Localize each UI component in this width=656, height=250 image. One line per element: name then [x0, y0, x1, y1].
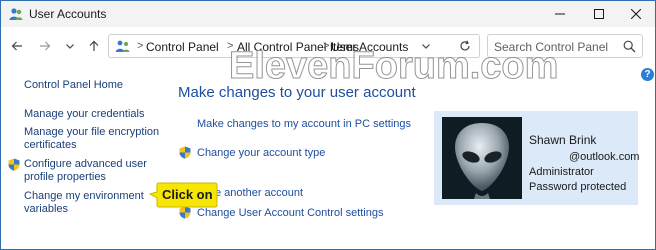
- sidebar-item-label: Configure advanced user: [24, 158, 147, 170]
- change-uac-settings-link[interactable]: Change User Account Control settings: [197, 207, 384, 219]
- avatar: [442, 117, 522, 199]
- callout-text: Click on: [162, 187, 213, 202]
- change-account-type-link[interactable]: Change your account type: [197, 147, 325, 159]
- sidebar-item-label: Manage your file encryption: [24, 126, 160, 138]
- recent-locations-button[interactable]: [60, 36, 80, 56]
- help-icon[interactable]: ?: [641, 68, 654, 81]
- account-protection: Password protected: [529, 181, 627, 193]
- account-name: Shawn Brink: [529, 133, 597, 147]
- user-accounts-icon: [9, 8, 23, 20]
- sidebar-item-advanced-profile[interactable]: Configure advanced user profile properti…: [24, 158, 147, 184]
- sidebar-item-manage-credentials[interactable]: Manage your credentials: [24, 108, 144, 121]
- back-button[interactable]: [7, 36, 27, 56]
- breadcrumb-separator-icon: >: [137, 40, 144, 52]
- search-icon: [623, 40, 636, 53]
- account-email: @outlook.com: [569, 151, 640, 163]
- up-button[interactable]: [84, 36, 104, 56]
- content-area: ? Control Panel Home Manage your credent…: [1, 65, 655, 249]
- manage-another-account-link[interactable]: e another account: [215, 187, 303, 199]
- up-arrow-icon: [89, 40, 99, 51]
- account-role: Administrator: [529, 166, 594, 178]
- forward-button[interactable]: [35, 36, 55, 56]
- sidebar-item-control-panel-home[interactable]: Control Panel Home: [24, 79, 123, 92]
- close-icon: [631, 9, 641, 19]
- forward-arrow-icon: [40, 41, 51, 51]
- minimize-icon: [555, 13, 565, 15]
- window-title: User Accounts: [29, 7, 107, 21]
- chevron-down-icon: [66, 44, 74, 49]
- close-button[interactable]: [617, 1, 655, 27]
- maximize-icon: [594, 9, 604, 19]
- title-bar[interactable]: User Accounts: [1, 1, 655, 27]
- sidebar-item-label: certificates: [24, 139, 77, 151]
- uac-shield-icon: [8, 158, 20, 171]
- minimize-button[interactable]: [541, 1, 579, 27]
- control-panel-icon: [115, 40, 130, 52]
- back-arrow-icon: [11, 41, 22, 51]
- sidebar-item-label: profile properties: [24, 171, 106, 183]
- account-card: Shawn Brink @outlook.com Administrator P…: [434, 111, 640, 205]
- watermark: ElevenForum.com: [228, 45, 559, 88]
- breadcrumb-control-panel[interactable]: Control Panel: [146, 40, 219, 54]
- sidebar-item-label: variables: [24, 203, 69, 215]
- sidebar-item-environment-variables[interactable]: Change my environment variables: [24, 190, 144, 216]
- sidebar-item-label: Change my environment: [24, 190, 144, 202]
- maximize-button[interactable]: [580, 1, 618, 27]
- alien-avatar-icon: [442, 117, 522, 199]
- sidebar-item-file-encryption[interactable]: Manage your file encryption certificates: [24, 126, 159, 152]
- user-accounts-window: User Accounts > Control Panel > All Cont…: [0, 0, 656, 250]
- make-changes-pc-settings-link[interactable]: Make changes to my account in PC setting…: [197, 118, 411, 130]
- uac-shield-icon: [179, 146, 191, 159]
